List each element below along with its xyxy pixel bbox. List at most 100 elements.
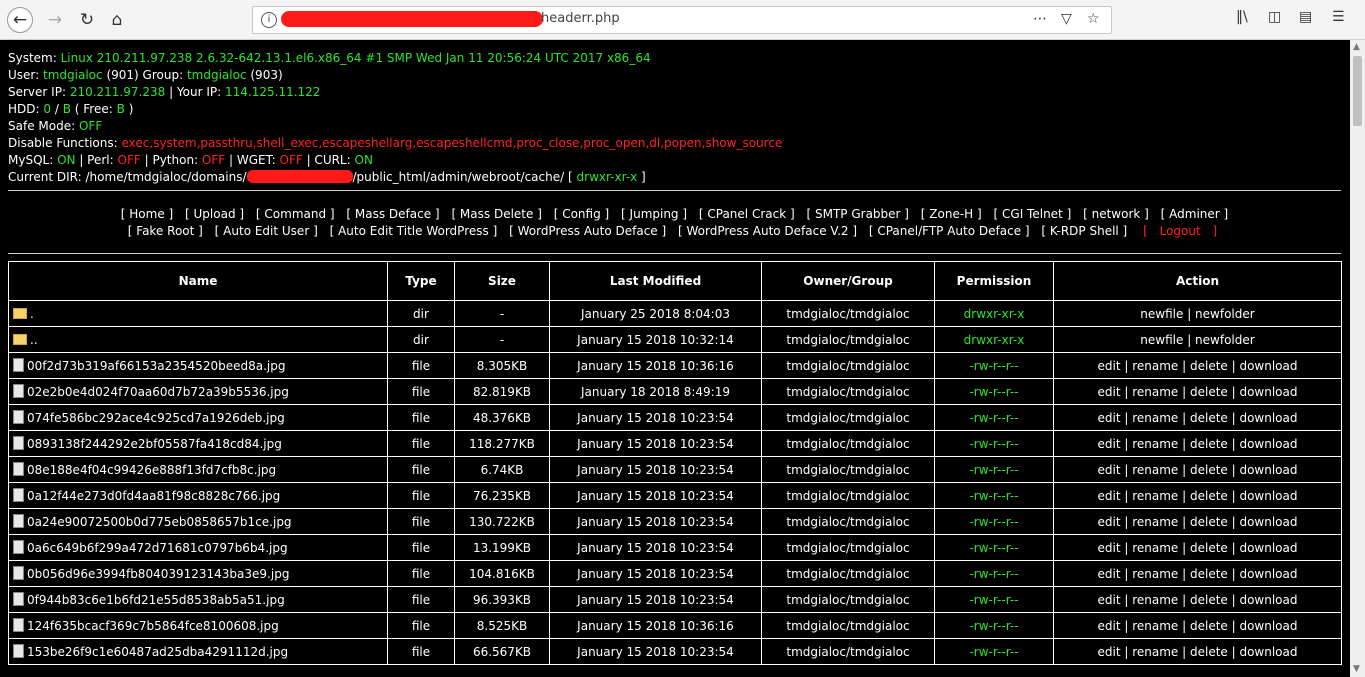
file-name-cell[interactable]: 08e188e4f04c99426e888f13fd7cfb8c.jpg <box>8 456 388 483</box>
file-actions[interactable]: edit | rename | delete | download <box>1053 612 1342 639</box>
file-name-cell[interactable]: 0a12f44e273d0fd4aa81f98c8828c766.jpg <box>8 482 388 509</box>
file-permission[interactable]: -rw-r--r-- <box>934 352 1054 379</box>
file-permission[interactable]: -rw-r--r-- <box>934 612 1054 639</box>
file-name[interactable]: 153be26f9c1e60487ad25dba4291112d.jpg <box>27 645 288 659</box>
file-name[interactable]: . <box>30 307 34 321</box>
more-icon[interactable]: ⋯ <box>1033 11 1047 27</box>
file-type: dir <box>387 300 455 327</box>
menu-cgi-telnet[interactable]: [ CGI Telnet ] <box>994 207 1072 221</box>
file-name[interactable]: 02e2b0e4d024f70aa60d7b72a39b5536.jpg <box>27 385 289 399</box>
menu-config[interactable]: [ Config ] <box>554 207 610 221</box>
file-name-cell[interactable]: 00f2d73b319af66153a2354520beed8a.jpg <box>8 352 388 379</box>
file-actions[interactable]: edit | rename | delete | download <box>1053 404 1342 431</box>
info-icon[interactable]: i <box>261 12 277 28</box>
menu-logout[interactable]: [ Logout ] <box>1139 224 1221 238</box>
file-name[interactable]: 0a6c649b6f299a472d71681c0797b6b4.jpg <box>27 541 288 555</box>
scrollbar[interactable]: ▲ ▼ <box>1350 40 1365 677</box>
file-permission[interactable]: -rw-r--r-- <box>934 482 1054 509</box>
scroll-up-icon[interactable]: ▲ <box>1353 42 1360 52</box>
dir-link-suffix[interactable]: /public_html/admin/webroot/cache/ <box>353 170 565 184</box>
file-actions[interactable]: edit | rename | delete | download <box>1053 534 1342 561</box>
file-name-cell[interactable]: . <box>8 300 388 327</box>
file-name-cell[interactable]: 153be26f9c1e60487ad25dba4291112d.jpg <box>8 638 388 665</box>
file-actions[interactable]: edit | rename | delete | download <box>1053 456 1342 483</box>
scrollbar-thumb[interactable] <box>1353 56 1362 126</box>
file-size: 76.235KB <box>454 482 550 509</box>
reload-icon[interactable]: ↻ <box>74 7 100 33</box>
file-name-cell[interactable]: 124f635bcacf369c7b5864fce8100608.jpg <box>8 612 388 639</box>
file-permission[interactable]: drwxr-xr-x <box>934 326 1054 353</box>
home-icon[interactable]: ⌂ <box>104 7 130 33</box>
file-actions[interactable]: edit | rename | delete | download <box>1053 378 1342 405</box>
file-actions[interactable]: edit | rename | delete | download <box>1053 508 1342 535</box>
menu-cpanel-ftp-auto-deface[interactable]: [ CPanel/FTP Auto Deface ] <box>869 224 1030 238</box>
scroll-down-icon[interactable]: ▼ <box>1353 664 1360 674</box>
file-name[interactable]: 0a12f44e273d0fd4aa81f98c8828c766.jpg <box>27 489 280 503</box>
file-name[interactable]: 0893138f244292e2bf05587fa418cd84.jpg <box>27 437 282 451</box>
file-permission[interactable]: drwxr-xr-x <box>934 300 1054 327</box>
library-icon[interactable]: ‖\ <box>1236 9 1248 25</box>
menu-cpanel-crack[interactable]: [ CPanel Crack ] <box>699 207 795 221</box>
pocket-icon[interactable]: ▽ <box>1061 11 1072 27</box>
menu-jumping[interactable]: [ Jumping ] <box>621 207 687 221</box>
file-name[interactable]: 0f944b83c6e1b6fd21e55d8538ab5a51.jpg <box>27 593 285 607</box>
file-actions[interactable]: edit | rename | delete | download <box>1053 482 1342 509</box>
file-name-cell[interactable]: 0f944b83c6e1b6fd21e55d8538ab5a51.jpg <box>8 586 388 613</box>
file-actions[interactable]: edit | rename | delete | download <box>1053 586 1342 613</box>
menu-k-rdp-shell[interactable]: [ K-RDP Shell ] <box>1041 224 1127 238</box>
file-name[interactable]: 08e188e4f04c99426e888f13fd7cfb8c.jpg <box>27 463 276 477</box>
file-name-cell[interactable]: 0a24e90072500b0d775eb0858657b1ce.jpg <box>8 508 388 535</box>
file-actions[interactable]: edit | rename | delete | download <box>1053 560 1342 587</box>
file-name-cell[interactable]: 0a6c649b6f299a472d71681c0797b6b4.jpg <box>8 534 388 561</box>
sidebar-icon[interactable]: ◫ <box>1268 9 1281 25</box>
file-permission[interactable]: -rw-r--r-- <box>934 456 1054 483</box>
file-name-cell[interactable]: 0893138f244292e2bf05587fa418cd84.jpg <box>8 430 388 457</box>
back-icon[interactable]: ← <box>7 7 33 33</box>
file-name[interactable]: 0a24e90072500b0d775eb0858657b1ce.jpg <box>27 515 292 529</box>
file-permission[interactable]: -rw-r--r-- <box>934 534 1054 561</box>
menu-auto-edit-title-wordpress[interactable]: [ Auto Edit Title WordPress ] <box>330 224 498 238</box>
menu-wordpress-auto-deface[interactable]: [ WordPress Auto Deface ] <box>509 224 666 238</box>
dir-link-prefix[interactable]: /home/tmdgialoc/domains/ <box>86 170 247 184</box>
file-permission[interactable]: -rw-r--r-- <box>934 638 1054 665</box>
file-name-cell[interactable]: 074fe586bc292ace4c925cd7a1926deb.jpg <box>8 404 388 431</box>
menu-wordpress-auto-deface-v2[interactable]: [ WordPress Auto Deface V.2 ] <box>678 224 857 238</box>
menu-adminer[interactable]: [ Adminer ] <box>1161 207 1229 221</box>
menu-icon[interactable]: ☰ <box>1332 9 1345 25</box>
menu-command[interactable]: [ Command ] <box>256 207 335 221</box>
menu-mass-deface[interactable]: [ Mass Deface ] <box>346 207 439 221</box>
menu-auto-edit-user[interactable]: [ Auto Edit User ] <box>215 224 318 238</box>
file-permission[interactable]: -rw-r--r-- <box>934 560 1054 587</box>
file-actions[interactable]: newfile | newfolder <box>1053 326 1342 353</box>
file-actions[interactable]: edit | rename | delete | download <box>1053 638 1342 665</box>
file-name[interactable]: 0b056d96e3994fb804039123143ba3e9.jpg <box>27 567 289 581</box>
star-icon[interactable]: ☆ <box>1087 11 1100 27</box>
menu-mass-delete[interactable]: [ Mass Delete ] <box>451 207 541 221</box>
file-name[interactable]: 124f635bcacf369c7b5864fce8100608.jpg <box>27 619 279 633</box>
file-name[interactable]: 00f2d73b319af66153a2354520beed8a.jpg <box>27 359 285 373</box>
forward-icon[interactable]: → <box>42 7 68 33</box>
file-permission[interactable]: -rw-r--r-- <box>934 378 1054 405</box>
file-permission[interactable]: -rw-r--r-- <box>934 404 1054 431</box>
file-name[interactable]: 074fe586bc292ace4c925cd7a1926deb.jpg <box>27 411 285 425</box>
table-row: 00f2d73b319af66153a2354520beed8a.jpg file… <box>8 352 1342 379</box>
menu-fake-root[interactable]: [ Fake Root ] <box>128 224 203 238</box>
file-name-cell[interactable]: 02e2b0e4d024f70aa60d7b72a39b5536.jpg <box>8 378 388 405</box>
file-actions[interactable]: edit | rename | delete | download <box>1053 430 1342 457</box>
file-name-cell[interactable]: 0b056d96e3994fb804039123143ba3e9.jpg <box>8 560 388 587</box>
url-bar[interactable]: i headerr.php ⋯ ▽ ☆ <box>252 6 1112 34</box>
menu-home[interactable]: [ Home ] <box>121 207 173 221</box>
redacted-domain <box>246 170 353 183</box>
file-actions[interactable]: newfile | newfolder <box>1053 300 1342 327</box>
file-actions[interactable]: edit | rename | delete | download <box>1053 352 1342 379</box>
reader-icon[interactable]: ▤ <box>1299 9 1312 25</box>
menu-upload[interactable]: [ Upload ] <box>185 207 244 221</box>
file-name[interactable]: .. <box>30 333 38 347</box>
file-name-cell[interactable]: .. <box>8 326 388 353</box>
menu-network[interactable]: [ network ] <box>1083 207 1149 221</box>
file-permission[interactable]: -rw-r--r-- <box>934 430 1054 457</box>
file-permission[interactable]: -rw-r--r-- <box>934 586 1054 613</box>
menu-smtp-grabber[interactable]: [ SMTP Grabber ] <box>806 207 908 221</box>
menu-zone-h[interactable]: [ Zone-H ] <box>921 207 982 221</box>
file-permission[interactable]: -rw-r--r-- <box>934 508 1054 535</box>
